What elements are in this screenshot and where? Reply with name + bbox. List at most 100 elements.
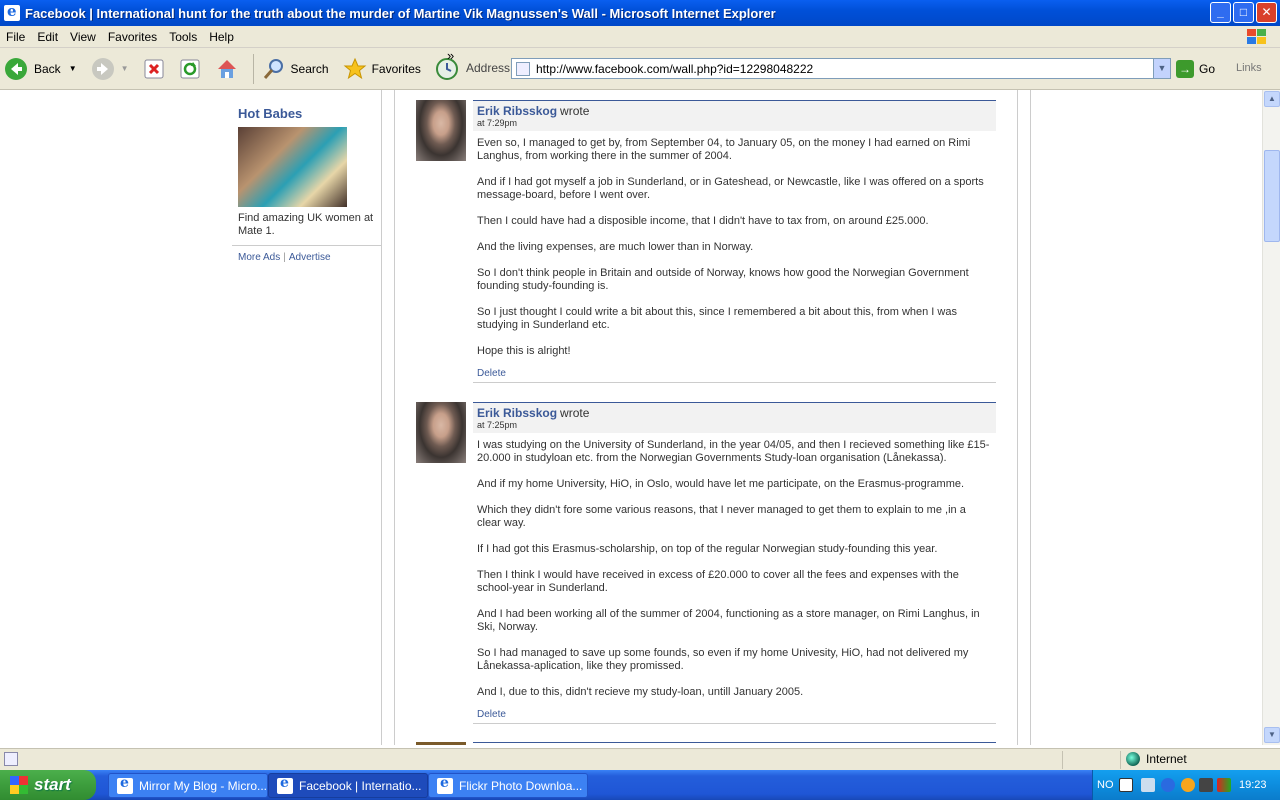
advertise-link[interactable]: Advertise (289, 252, 331, 263)
post-author-link[interactable]: Erik Ribsskog (477, 406, 557, 420)
menu-tools[interactable]: Tools (163, 30, 203, 44)
home-icon (217, 59, 236, 78)
page-icon (516, 61, 530, 76)
start-label: start (34, 775, 71, 794)
toolbar-separator (252, 53, 254, 84)
page-content: Hot Babes Find amazing UK women at Mate … (0, 90, 1262, 745)
ad-link-separator: | (283, 252, 286, 263)
taskbar-item-label: Facebook | Internatio... (299, 778, 422, 793)
menu-view[interactable]: View (64, 30, 102, 44)
go-button[interactable]: → Go (1176, 58, 1215, 79)
close-button[interactable]: ✕ (1256, 2, 1277, 23)
forward-button[interactable]: ▼ (87, 52, 133, 86)
links-button[interactable]: Links (1236, 62, 1262, 74)
tray-app-icon[interactable] (1199, 778, 1213, 792)
menu-file[interactable]: File (0, 30, 31, 44)
address-label: Address (466, 61, 511, 75)
minimize-button[interactable]: _ (1210, 2, 1231, 23)
search-icon (263, 58, 283, 79)
favorites-button[interactable]: Favorites (339, 52, 425, 86)
language-indicator[interactable]: NO (1097, 779, 1114, 791)
back-arrow-icon (5, 57, 27, 80)
post-paragraph: And the living expenses, are much lower … (477, 241, 754, 253)
post-paragraph: Then I think I would have received in ex… (477, 569, 959, 594)
address-dropdown-icon[interactable]: ▼ (1153, 59, 1170, 78)
post-paragraph: Hope this is alright! (477, 345, 571, 357)
globe-icon (1126, 752, 1140, 766)
toolbar-chevron-icon[interactable]: » (447, 48, 454, 63)
status-divider (1062, 751, 1063, 769)
wall-post: Erik Ribsskog wrote at 7:25pm I was study… (416, 402, 996, 732)
taskbar: start Mirror My Blog - Micro... Facebook… (0, 770, 1280, 800)
delete-link[interactable]: Delete (477, 709, 506, 720)
taskbar-item-flickr-downloader[interactable]: Flickr Photo Downloa... (428, 773, 588, 798)
status-page-icon (4, 752, 18, 766)
ad-image[interactable] (238, 127, 347, 207)
post-time: at 7:25pm (477, 420, 518, 430)
start-button[interactable]: start (0, 770, 96, 800)
search-label: Search (290, 61, 329, 76)
post-wrote-label: wrote (560, 406, 590, 420)
menu-help[interactable]: Help (203, 30, 240, 44)
menu-bar: File Edit View Favorites Tools Help (0, 26, 1280, 48)
tray-icon[interactable] (1141, 778, 1155, 792)
back-dropdown-icon[interactable]: ▼ (69, 64, 77, 73)
post-paragraph: And I, due to this, didn't recieve my st… (477, 686, 804, 698)
menu-favorites[interactable]: Favorites (102, 30, 163, 44)
post-paragraph: So I don't think people in Britain and o… (477, 267, 969, 292)
scroll-up-icon[interactable]: ▲ (1264, 91, 1280, 107)
scroll-thumb[interactable] (1264, 150, 1280, 242)
security-zone[interactable]: Internet (1126, 752, 1187, 766)
post-author-link[interactable]: Erik Ribsskog (477, 104, 557, 118)
refresh-button[interactable] (175, 52, 205, 86)
tray-arrow-icon[interactable] (1161, 778, 1175, 792)
ie-icon (277, 775, 293, 794)
ad-title-link[interactable]: Hot Babes (238, 106, 302, 121)
ad-text[interactable]: Find amazing UK women at Mate 1. (238, 212, 378, 238)
menu-edit[interactable]: Edit (31, 30, 64, 44)
more-ads-link[interactable]: More Ads (238, 252, 280, 263)
post-paragraph: Then I could have had a disposible incom… (477, 215, 929, 227)
avatar[interactable] (416, 402, 466, 463)
post-paragraph: And I had been working all of the summer… (477, 608, 980, 633)
post-time: at 7:29pm (477, 118, 518, 128)
ad-divider (232, 245, 382, 246)
ie-icon (437, 775, 453, 794)
wall-post: Erik Ribsskog wrote at 7:29pm Even so, I … (416, 100, 996, 392)
help-icon[interactable] (1119, 778, 1133, 792)
post-wrote-label: wrote (560, 104, 590, 118)
address-url[interactable]: http://www.facebook.com/wall.php?id=1229… (536, 62, 813, 76)
refresh-icon (180, 59, 200, 78)
post-body: I was studying on the University of Sund… (477, 439, 992, 712)
taskbar-item-mirror-my-blog[interactable]: Mirror My Blog - Micro... (108, 773, 268, 798)
address-input[interactable]: http://www.facebook.com/wall.php?id=1229… (511, 58, 1171, 79)
status-bar: Internet (0, 748, 1280, 770)
maximize-button[interactable]: □ (1233, 2, 1254, 23)
network-icon[interactable] (1181, 778, 1195, 792)
tray-app-icon[interactable] (1217, 778, 1231, 792)
clock[interactable]: 19:23 (1239, 779, 1267, 791)
window-title-bar[interactable]: Facebook | International hunt for the tr… (0, 0, 1280, 26)
delete-link[interactable]: Delete (477, 368, 506, 379)
windows-logo-icon (1247, 29, 1266, 44)
back-label: Back (34, 61, 61, 76)
status-divider (1120, 751, 1121, 769)
system-tray: NO 19:23 (1092, 770, 1280, 800)
post-paragraph: Even so, I managed to get by, from Septe… (477, 137, 971, 162)
home-button[interactable] (211, 52, 243, 86)
post-header: Erik Ribsskog wrote at 7:25pm (473, 402, 996, 433)
post-paragraph: If I had got this Erasmus-scholarship, o… (477, 543, 938, 555)
stop-icon (144, 59, 164, 78)
avatar[interactable] (416, 100, 466, 161)
taskbar-item-facebook[interactable]: Facebook | Internatio... (268, 773, 428, 798)
scroll-down-icon[interactable]: ▼ (1264, 727, 1280, 743)
post-divider (473, 723, 996, 724)
back-button[interactable]: Back ▼ (0, 52, 81, 86)
taskbar-item-label: Mirror My Blog - Micro... (139, 778, 268, 793)
vertical-scrollbar[interactable]: ▲ ▼ (1262, 90, 1280, 745)
go-arrow-icon: → (1176, 59, 1194, 78)
search-button[interactable]: Search (258, 52, 333, 86)
windows-flag-icon (10, 776, 28, 794)
stop-button[interactable] (139, 52, 169, 86)
forward-dropdown-icon[interactable]: ▼ (121, 64, 129, 73)
